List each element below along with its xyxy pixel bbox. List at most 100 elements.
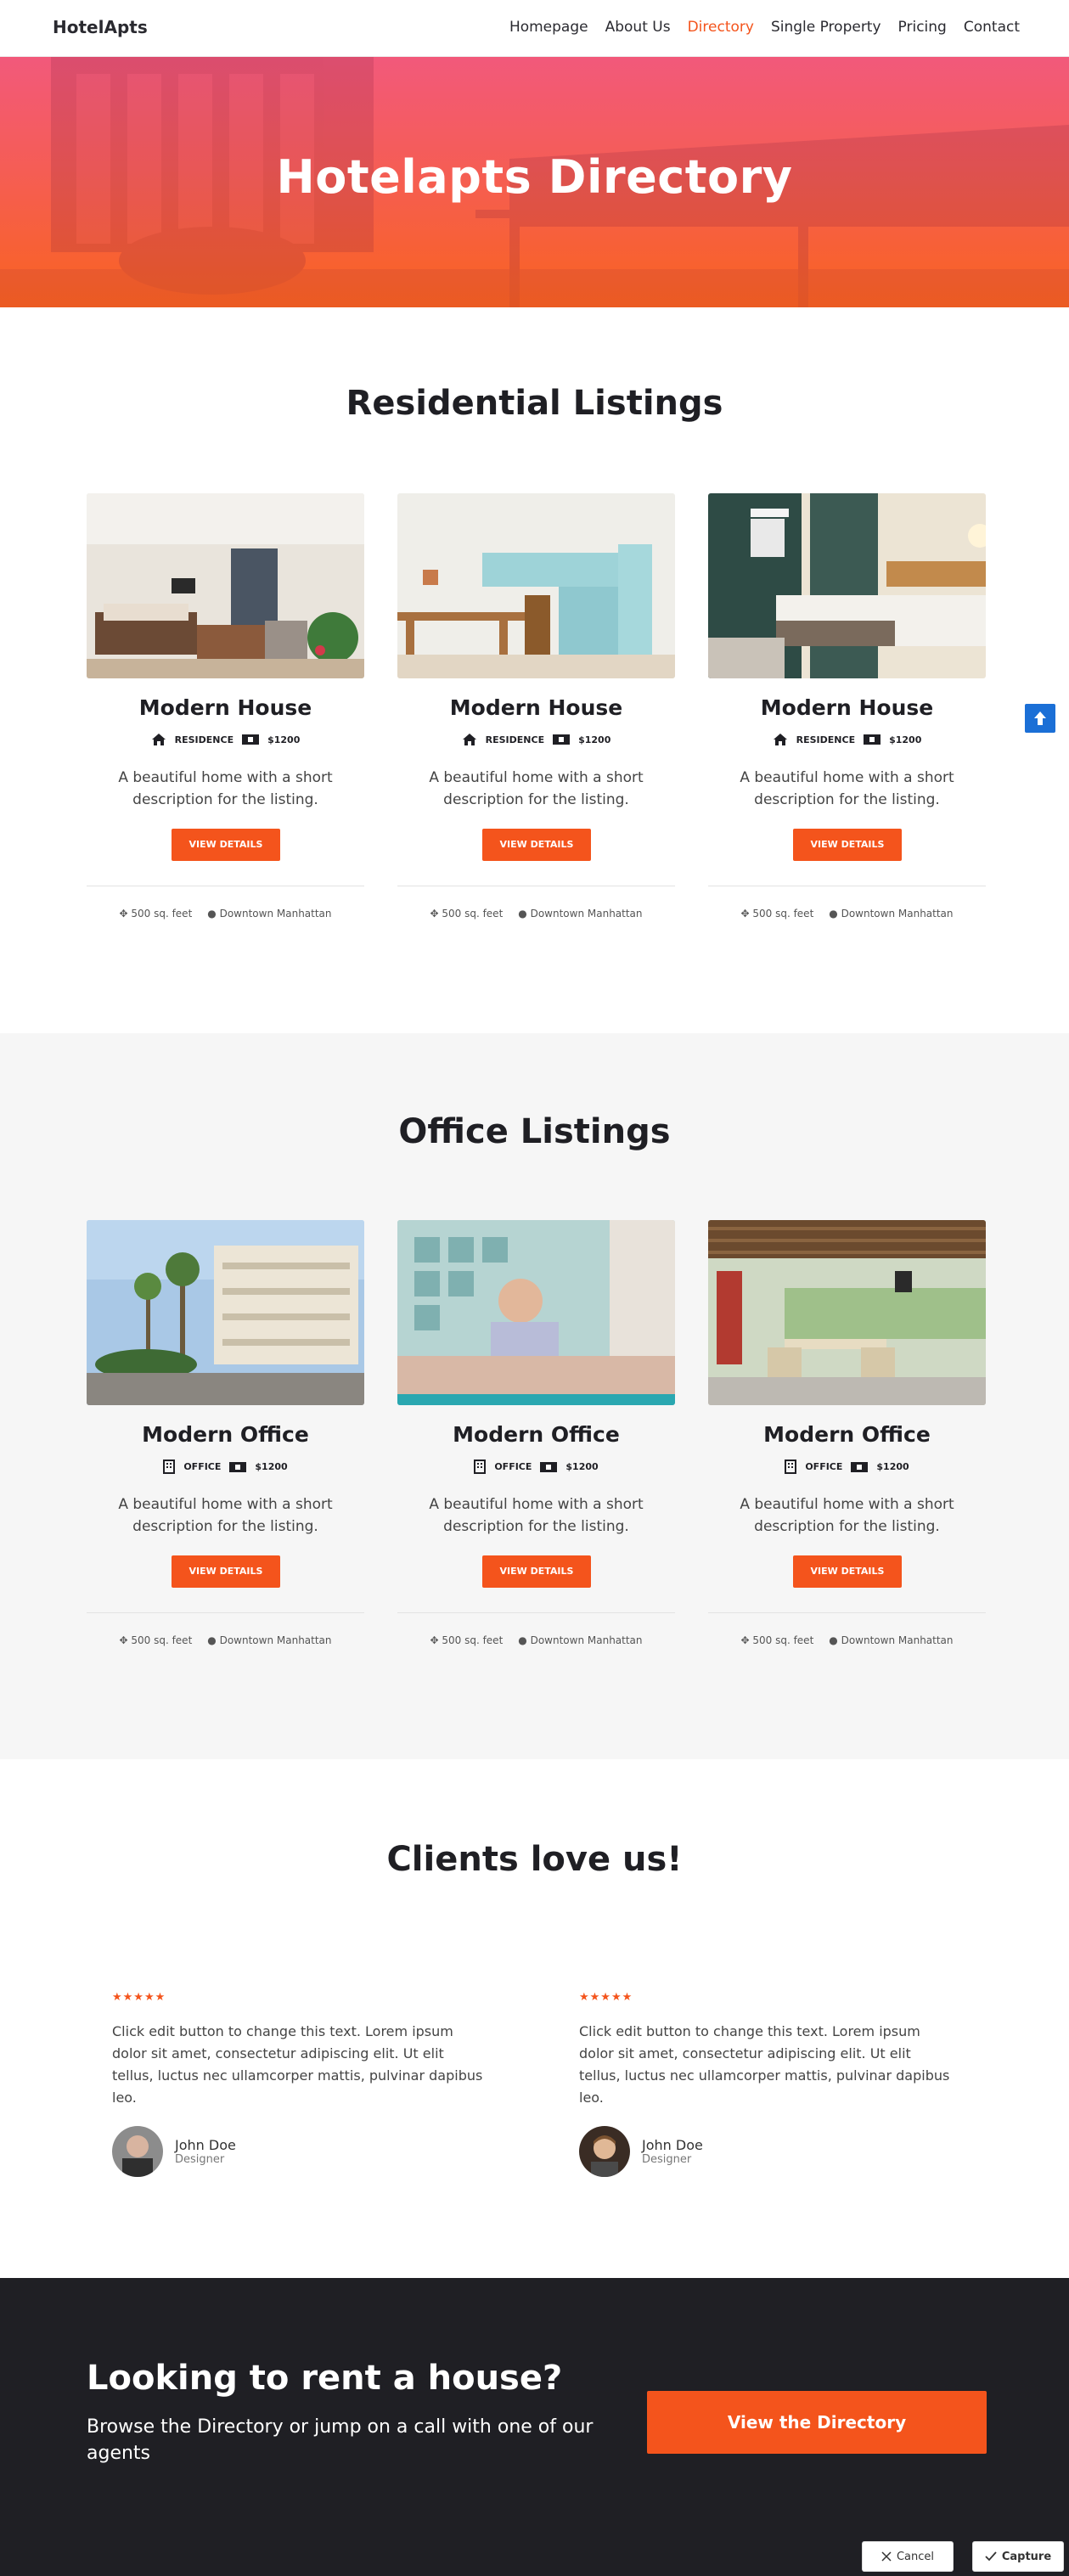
listing-type: RESIDENCE xyxy=(796,734,856,745)
listing-area: 500 sq. feet xyxy=(131,908,193,920)
rating-stars: ★★★★★ xyxy=(579,1991,633,2004)
capture-label: Capture xyxy=(1001,2550,1052,2563)
listing-area: 500 sq. feet xyxy=(442,908,504,920)
listing-area: 500 sq. feet xyxy=(442,1634,504,1646)
listing-title: Modern Office xyxy=(763,1422,931,1447)
view-details-button[interactable]: VIEW DETAILS xyxy=(172,1555,280,1588)
listing-title: Modern House xyxy=(138,695,312,720)
hero-title: Hotelapts Directory xyxy=(276,150,793,204)
card-divider xyxy=(87,1612,364,1613)
scroll-to-top-button[interactable] xyxy=(1025,704,1055,733)
testimonial-author: John Doe Designer xyxy=(579,2126,953,2177)
listing-image[interactable] xyxy=(87,493,364,678)
listing-meta: RESIDENCE $1200 xyxy=(87,733,364,746)
listing-card: Modern House RESIDENCE $1200 A beautiful… xyxy=(87,493,364,935)
listing-description: A beautiful home with a short descriptio… xyxy=(429,769,644,808)
area-info: ✥ 500 sq. feet xyxy=(430,908,503,920)
author-name: John Doe xyxy=(642,2137,703,2153)
listing-price: $1200 xyxy=(267,734,301,745)
listing-image[interactable] xyxy=(87,1220,364,1405)
office-section: Office Listings Modern Office OFFICE $12… xyxy=(0,1033,1069,1759)
testimonial-author: John Doe Designer xyxy=(112,2126,486,2177)
listing-card: Modern Office OFFICE $1200 A beautiful h… xyxy=(397,1220,675,1662)
move-icon: ✥ xyxy=(740,908,750,920)
area-info: ✥ 500 sq. feet xyxy=(119,1634,192,1646)
listing-type: OFFICE xyxy=(805,1461,843,1472)
listing-footer: ✥ 500 sq. feet ● Downtown Manhattan xyxy=(397,908,675,920)
view-details-button[interactable]: VIEW DETAILS xyxy=(172,829,280,861)
area-info: ✥ 500 sq. feet xyxy=(430,1634,503,1646)
listing-type: OFFICE xyxy=(494,1461,532,1472)
listing-footer: ✥ 500 sq. feet ● Downtown Manhattan xyxy=(708,1634,986,1646)
view-details-button[interactable]: VIEW DETAILS xyxy=(793,829,902,861)
money-icon xyxy=(851,1461,869,1472)
listing-image[interactable] xyxy=(397,1220,675,1405)
listing-title: Modern House xyxy=(760,695,934,720)
money-icon xyxy=(864,734,881,745)
nav-about-us[interactable]: About Us xyxy=(605,19,671,36)
listing-meta: OFFICE $1200 xyxy=(708,1460,986,1474)
listing-area: 500 sq. feet xyxy=(131,1634,193,1646)
location-info: ● Downtown Manhattan xyxy=(207,1634,331,1646)
testimonial: ★★★★★ Click edit button to change this t… xyxy=(112,1991,486,2177)
listing-card: Modern House RESIDENCE $1200 A beautiful… xyxy=(397,493,675,935)
listing-price: $1200 xyxy=(565,1461,599,1472)
listing-type: RESIDENCE xyxy=(485,734,545,745)
listing-location: Downtown Manhattan xyxy=(841,908,954,920)
building-icon xyxy=(163,1460,176,1474)
view-details-button[interactable]: VIEW DETAILS xyxy=(793,1555,902,1588)
listing-meta: RESIDENCE $1200 xyxy=(397,733,675,746)
money-icon xyxy=(540,1461,558,1472)
listing-title: Modern Office xyxy=(142,1422,309,1447)
cancel-button[interactable]: Cancel xyxy=(862,2541,954,2572)
author-role: Designer xyxy=(175,2153,225,2166)
view-details-button[interactable]: VIEW DETAILS xyxy=(482,829,591,861)
capture-button[interactable]: Capture xyxy=(972,2541,1064,2572)
residential-title: Residential Listings xyxy=(346,384,723,423)
location-info: ● Downtown Manhattan xyxy=(829,1634,953,1646)
checkmark-icon xyxy=(985,2551,997,2562)
card-divider xyxy=(397,1612,675,1613)
area-info: ✥ 500 sq. feet xyxy=(740,908,813,920)
listing-location: Downtown Manhattan xyxy=(841,1634,954,1646)
nav-contact[interactable]: Contact xyxy=(964,19,1020,36)
map-pin-icon: ● xyxy=(207,1634,217,1646)
testimonial-text: Click edit button to change this text. L… xyxy=(579,2023,950,2106)
arrow-up-icon xyxy=(1034,711,1046,725)
listing-type: RESIDENCE xyxy=(174,734,234,745)
avatar xyxy=(112,2126,163,2177)
building-icon xyxy=(474,1460,487,1474)
listing-price: $1200 xyxy=(876,1461,909,1472)
location-info: ● Downtown Manhattan xyxy=(829,908,953,920)
listing-meta: OFFICE $1200 xyxy=(87,1460,364,1474)
listing-meta: RESIDENCE $1200 xyxy=(708,733,986,746)
listing-footer: ✥ 500 sq. feet ● Downtown Manhattan xyxy=(397,1634,675,1646)
card-divider xyxy=(708,1612,986,1613)
nav-single-property[interactable]: Single Property xyxy=(771,19,881,36)
map-pin-icon: ● xyxy=(207,908,217,920)
nav-pricing[interactable]: Pricing xyxy=(898,19,947,36)
listing-card: Modern Office OFFICE $1200 A beautiful h… xyxy=(708,1220,986,1662)
testimonial: ★★★★★ Click edit button to change this t… xyxy=(579,1991,953,2177)
view-directory-button[interactable]: View the Directory xyxy=(647,2391,987,2454)
listing-area: 500 sq. feet xyxy=(752,908,814,920)
site-logo[interactable]: HotelApts xyxy=(53,17,148,37)
listing-type: OFFICE xyxy=(183,1461,222,1472)
close-icon xyxy=(881,2551,892,2562)
nav-directory[interactable]: Directory xyxy=(688,19,754,36)
money-icon xyxy=(229,1461,247,1472)
listing-price: $1200 xyxy=(255,1461,288,1472)
cancel-label: Cancel xyxy=(896,2550,935,2563)
listing-image[interactable] xyxy=(397,493,675,678)
listing-card: Modern Office OFFICE $1200 A beautiful h… xyxy=(87,1220,364,1662)
listing-location: Downtown Manhattan xyxy=(530,1634,643,1646)
listing-footer: ✥ 500 sq. feet ● Downtown Manhattan xyxy=(708,908,986,920)
nav-homepage[interactable]: Homepage xyxy=(509,19,588,36)
listing-description: A beautiful home with a short descriptio… xyxy=(118,769,333,808)
location-info: ● Downtown Manhattan xyxy=(518,1634,642,1646)
view-details-button[interactable]: VIEW DETAILS xyxy=(482,1555,591,1588)
listing-footer: ✥ 500 sq. feet ● Downtown Manhattan xyxy=(87,1634,364,1646)
listing-image[interactable] xyxy=(708,493,986,678)
listing-image[interactable] xyxy=(708,1220,986,1405)
office-title: Office Listings xyxy=(398,1112,671,1151)
